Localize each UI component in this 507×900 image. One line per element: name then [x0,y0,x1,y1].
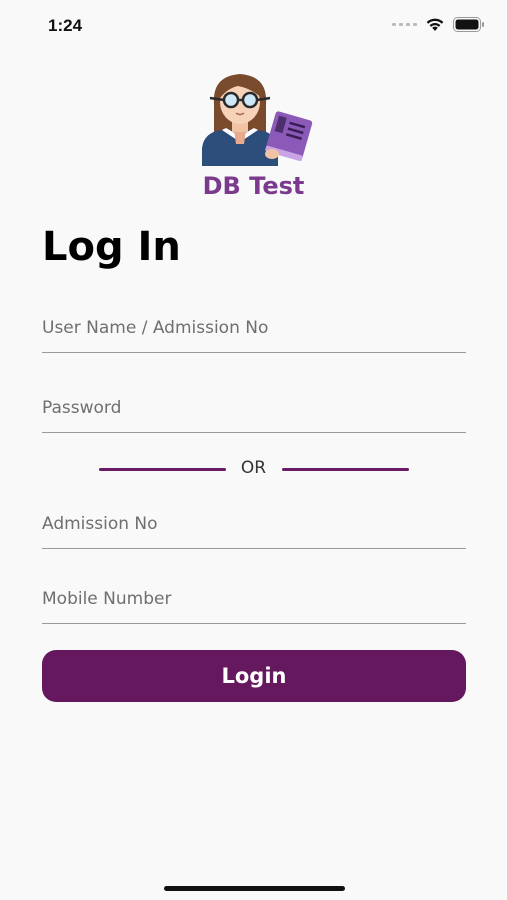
page-title: Log In [42,224,181,270]
battery-icon [453,17,484,32]
mobile-number-input[interactable] [42,589,466,609]
status-time: 1:24 [48,16,83,35]
separator-line-right [282,468,409,471]
username-field-container [42,302,466,353]
wifi-icon [426,18,444,31]
status-bar: 1:24 [0,0,507,52]
status-icons [392,17,485,32]
password-input[interactable] [42,398,466,418]
password-field-container [42,382,466,433]
admission-no-input[interactable] [42,514,466,534]
username-input[interactable] [42,318,466,338]
login-button[interactable]: Login [42,650,466,702]
app-name: DB Test [202,172,305,200]
admission-field-container [42,498,466,549]
mobile-field-container [42,573,466,624]
home-indicator [164,886,345,891]
cellular-signal-icon [392,23,417,26]
or-text: OR [240,458,267,478]
teacher-avatar-icon [202,74,313,166]
or-separator: OR [0,458,507,480]
